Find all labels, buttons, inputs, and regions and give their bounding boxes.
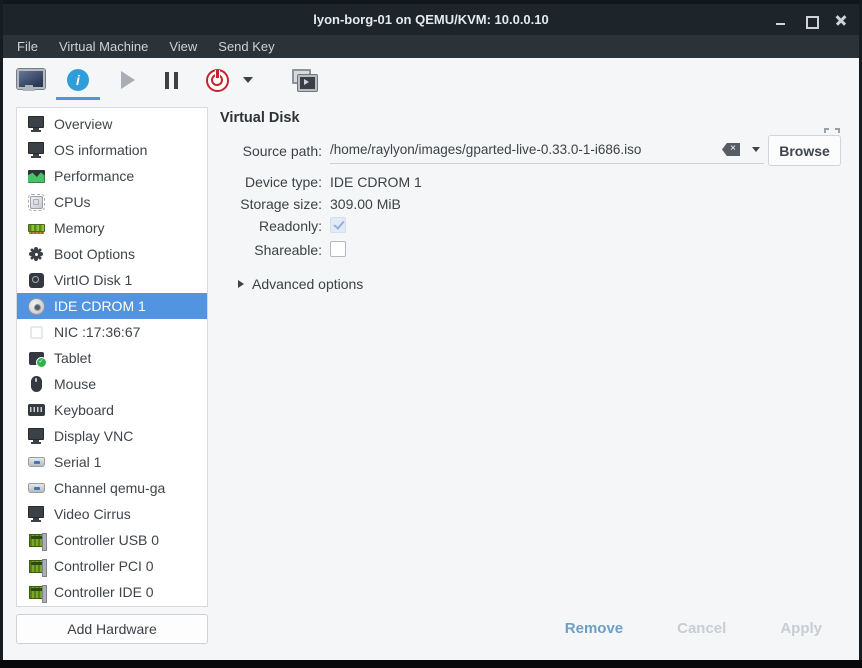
- sidebar-item-os-information[interactable]: OS information: [17, 137, 207, 163]
- sidebar-item-video-cirrus[interactable]: Video Cirrus: [17, 501, 207, 527]
- readonly-checkbox: [330, 217, 346, 233]
- monitor-icon: [27, 428, 45, 444]
- monitor-icon: [27, 506, 45, 522]
- advanced-options-label: Advanced options: [252, 276, 363, 292]
- menu-virtual-machine[interactable]: Virtual Machine: [56, 37, 151, 56]
- shareable-checkbox[interactable]: [330, 241, 346, 257]
- source-path-entry: ×: [330, 136, 764, 164]
- details-button[interactable]: i: [67, 69, 89, 91]
- device-type-label: Device type:: [220, 174, 322, 190]
- window-frame-top: [0, 0, 862, 4]
- memory-icon: [28, 224, 45, 232]
- entry-dropdown-caret-icon[interactable]: [752, 147, 760, 152]
- details-info-icon: i: [67, 69, 89, 91]
- storage-size-value: 309.00 MiB: [330, 196, 401, 212]
- cdrom-icon: [28, 298, 45, 315]
- controller-icon: [29, 586, 44, 599]
- performance-chart-icon: [28, 170, 45, 183]
- shutdown-menu-caret-icon[interactable]: [243, 77, 253, 83]
- sidebar-item-cpus[interactable]: CPUs: [17, 189, 207, 215]
- window-controls: [774, 4, 848, 36]
- menu-view[interactable]: View: [166, 37, 200, 56]
- shutdown-power-icon[interactable]: [206, 69, 229, 92]
- pause-icon[interactable]: [165, 72, 178, 89]
- sidebar-item-performance[interactable]: Performance: [17, 163, 207, 189]
- sidebar-item-controller-pci-0[interactable]: Controller PCI 0: [17, 553, 207, 579]
- menu-send-key[interactable]: Send Key: [215, 37, 277, 56]
- sidebar-item-keyboard[interactable]: Keyboard: [17, 397, 207, 423]
- shareable-label: Shareable:: [220, 242, 322, 258]
- minimize-icon[interactable]: [774, 13, 788, 27]
- maximize-icon[interactable]: [804, 13, 818, 27]
- cancel-button: Cancel: [677, 620, 726, 637]
- cpu-chip-icon: [30, 196, 43, 209]
- action-buttons: Remove Cancel Apply: [565, 620, 822, 637]
- close-icon[interactable]: [834, 13, 848, 27]
- clear-entry-icon[interactable]: ×: [722, 143, 740, 156]
- apply-button: Apply: [780, 620, 822, 637]
- graphical-console-icon: [17, 69, 43, 91]
- vm-details-window: lyon-borg-01 on QEMU/KVM: 10.0.0.10 File…: [0, 0, 862, 668]
- console-play-glyph: [304, 79, 309, 85]
- expander-arrow-icon: [238, 280, 244, 288]
- sidebar-item-controller-usb-0[interactable]: Controller USB 0: [17, 527, 207, 553]
- source-path-label: Source path:: [220, 143, 322, 159]
- sidebar-item-partial[interactable]: [17, 605, 207, 607]
- graphical-console-button[interactable]: [17, 69, 43, 91]
- controller-icon: [29, 534, 44, 547]
- window-title: lyon-borg-01 on QEMU/KVM: 10.0.0.10: [313, 9, 549, 27]
- monitor-icon: [27, 116, 45, 132]
- mouse-icon: [31, 376, 42, 392]
- readonly-label: Readonly:: [220, 218, 322, 234]
- sidebar-item-mouse[interactable]: Mouse: [17, 371, 207, 397]
- serial-icon: [28, 483, 45, 493]
- sidebar-item-overview[interactable]: Overview: [17, 111, 207, 137]
- device-type-value: IDE CDROM 1: [330, 174, 422, 190]
- disk-icon: [29, 273, 44, 288]
- sidebar-item-tablet[interactable]: Tablet: [17, 345, 207, 371]
- hardware-sidebar: Overview OS information Performance CPUs…: [16, 107, 208, 607]
- hardware-list: Overview OS information Performance CPUs…: [17, 108, 207, 607]
- advanced-options-expander[interactable]: Advanced options: [238, 276, 363, 292]
- keyboard-icon: [28, 404, 45, 416]
- sidebar-item-virtio-disk-1[interactable]: VirtIO Disk 1: [17, 267, 207, 293]
- nic-icon: [30, 326, 43, 339]
- sidebar-item-channel-qemu-ga[interactable]: Channel qemu-ga: [17, 475, 207, 501]
- gear-icon: [29, 247, 43, 261]
- console-windows-icon[interactable]: [291, 69, 317, 91]
- serial-icon: [28, 457, 45, 467]
- sidebar-item-controller-ide-0[interactable]: Controller IDE 0: [17, 579, 207, 605]
- remove-button[interactable]: Remove: [565, 620, 623, 637]
- menu-file[interactable]: File: [14, 37, 41, 56]
- sidebar-item-ide-cdrom-1[interactable]: IDE CDROM 1: [17, 293, 207, 319]
- toolbar: i: [0, 58, 862, 102]
- add-hardware-button[interactable]: Add Hardware: [16, 614, 208, 644]
- storage-size-label: Storage size:: [220, 196, 322, 212]
- browse-button[interactable]: Browse: [768, 135, 841, 166]
- source-path-input[interactable]: [330, 142, 722, 157]
- tablet-icon: [29, 352, 44, 365]
- sidebar-item-memory[interactable]: Memory: [17, 215, 207, 241]
- titlebar: lyon-borg-01 on QEMU/KVM: 10.0.0.10: [0, 0, 862, 36]
- run-play-icon[interactable]: [121, 71, 135, 89]
- window-frame-left: [0, 0, 3, 668]
- sidebar-item-display-vnc[interactable]: Display VNC: [17, 423, 207, 449]
- monitor-icon: [27, 142, 45, 158]
- page-title: Virtual Disk: [220, 110, 300, 126]
- controller-icon: [29, 560, 44, 573]
- sidebar-item-serial-1[interactable]: Serial 1: [17, 449, 207, 475]
- sidebar-item-nic-17-36-67[interactable]: NIC :17:36:67: [17, 319, 207, 345]
- menubar: File Virtual Machine View Send Key: [0, 35, 862, 58]
- sidebar-item-boot-options[interactable]: Boot Options: [17, 241, 207, 267]
- window-frame-bottom: [0, 660, 862, 668]
